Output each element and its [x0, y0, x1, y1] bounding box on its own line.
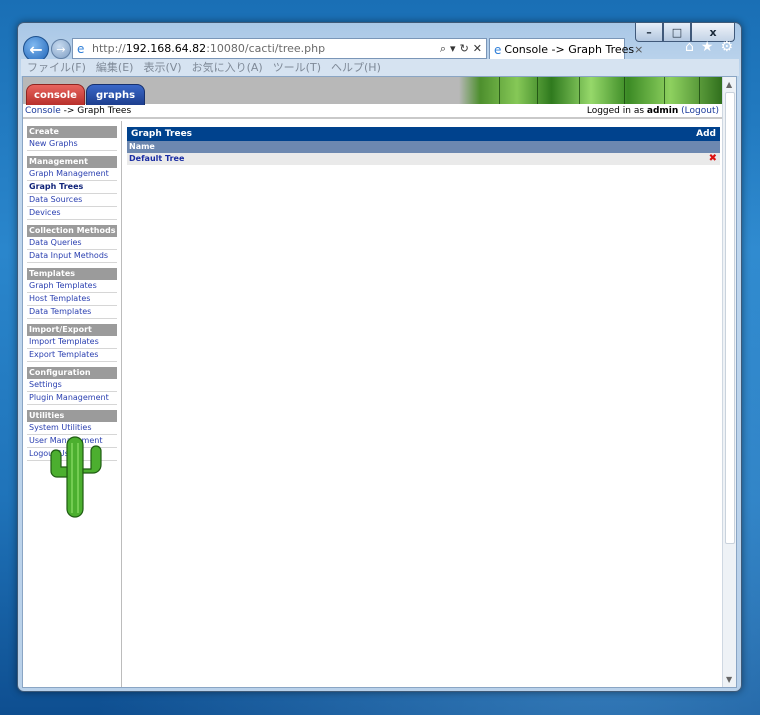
- sidebar-header-create: Create: [27, 126, 117, 138]
- sidebar-item-new-graphs[interactable]: New Graphs: [27, 138, 117, 151]
- main-content: Graph Trees Add Name Default Tree ✖: [127, 127, 720, 165]
- ie-page-icon: e: [77, 41, 85, 56]
- sidebar: Create New Graphs Management Graph Manageme…: [23, 121, 122, 687]
- navigation-bar: ← → e http://192.168.64.82:10080/cacti/t…: [21, 35, 736, 62]
- sidebar-item-graph-trees[interactable]: Graph Trees: [27, 181, 117, 194]
- sidebar-item-graph-management[interactable]: Graph Management: [27, 168, 117, 181]
- cacti-header: console graphs: [23, 77, 723, 105]
- sidebar-header-templates: Templates: [27, 268, 117, 280]
- login-user: admin: [646, 105, 679, 116]
- menu-view[interactable]: 表示(V): [143, 59, 181, 76]
- search-icon[interactable]: ⌕: [440, 42, 446, 56]
- graph-trees-header: Graph Trees Add: [127, 127, 720, 141]
- cactus-logo-icon: [50, 436, 102, 518]
- url-text[interactable]: http://192.168.64.82:10080/cacti/tree.ph…: [92, 42, 440, 55]
- ie-tab-icon: e: [494, 42, 502, 57]
- sidebar-item-data-templates[interactable]: Data Templates: [27, 306, 117, 319]
- sidebar-item-data-queries[interactable]: Data Queries: [27, 237, 117, 250]
- table-row: Default Tree ✖: [127, 153, 720, 165]
- sidebar-item-import-templates[interactable]: Import Templates: [27, 336, 117, 349]
- home-icon[interactable]: ⌂: [685, 39, 694, 55]
- sidebar-item-devices[interactable]: Devices: [27, 207, 117, 220]
- sidebar-header-configuration: Configuration: [27, 367, 117, 379]
- tab-title: Console -> Graph Trees: [504, 43, 635, 56]
- tab-graphs[interactable]: graphs: [86, 84, 145, 105]
- menu-tools[interactable]: ツール(T): [273, 59, 321, 76]
- vertical-scrollbar[interactable]: ▲ ▼: [722, 77, 736, 687]
- sidebar-item-host-templates[interactable]: Host Templates: [27, 293, 117, 306]
- scroll-up-icon[interactable]: ▲: [726, 80, 732, 89]
- tab-console[interactable]: console: [26, 84, 85, 105]
- stop-icon[interactable]: ✕: [473, 42, 482, 56]
- browser-window: – □ x ← → e http://192.168.64.82:10080/c…: [17, 22, 742, 692]
- menu-file[interactable]: ファイル(F): [27, 59, 86, 76]
- sidebar-item-settings[interactable]: Settings: [27, 379, 117, 392]
- cactus-banner-image: [459, 77, 723, 104]
- breadcrumb-current: Graph Trees: [77, 105, 132, 116]
- url-prefix: http://: [92, 42, 126, 55]
- web-page: console graphs Console -> Graph Trees Lo…: [22, 76, 737, 688]
- tree-name-link[interactable]: Default Tree: [129, 154, 184, 163]
- url-path: :10080/cacti/tree.php: [206, 42, 326, 55]
- sidebar-header-management: Management: [27, 156, 117, 168]
- refresh-icon[interactable]: ↻: [460, 42, 469, 56]
- arrow-right-icon: →: [56, 42, 66, 56]
- login-prefix: Logged in as: [586, 105, 647, 116]
- dropdown-icon[interactable]: ▾: [450, 42, 456, 56]
- breadcrumb-separator: ->: [60, 105, 78, 116]
- menu-edit[interactable]: 編集(E): [96, 59, 134, 76]
- browser-tab[interactable]: e Console -> Graph Trees ×: [489, 38, 643, 60]
- sidebar-item-data-input-methods[interactable]: Data Input Methods: [27, 250, 117, 263]
- page-title: Graph Trees: [131, 129, 193, 139]
- column-header-name: Name: [127, 141, 720, 153]
- url-host: 192.168.64.82: [125, 42, 207, 55]
- browser-right-tools: ⌂ ★ ⚙: [685, 39, 733, 55]
- add-button[interactable]: Add: [696, 129, 716, 139]
- sidebar-item-plugin-management[interactable]: Plugin Management: [27, 392, 117, 405]
- settings-gear-icon[interactable]: ⚙: [720, 39, 733, 55]
- menu-favorites[interactable]: お気に入り(A): [192, 59, 263, 76]
- login-status: Logged in as admin (Logout): [587, 106, 719, 116]
- breadcrumb-console-link[interactable]: Console: [25, 106, 61, 116]
- sidebar-item-graph-templates[interactable]: Graph Templates: [27, 280, 117, 293]
- breadcrumb-bar: Console -> Graph Trees Logged in as admi…: [23, 104, 723, 119]
- sidebar-header-utilities: Utilities: [27, 410, 117, 422]
- tab-close-icon[interactable]: ×: [634, 43, 643, 56]
- menu-help[interactable]: ヘルプ(H): [331, 59, 381, 76]
- menu-bar: ファイル(F) 編集(E) 表示(V) お気に入り(A) ツール(T) ヘルプ(…: [21, 59, 739, 76]
- scroll-thumb[interactable]: [725, 92, 735, 544]
- sidebar-item-data-sources[interactable]: Data Sources: [27, 194, 117, 207]
- forward-button[interactable]: →: [51, 39, 71, 59]
- address-tools: ⌕ ▾ ↻ ✕: [440, 42, 486, 56]
- address-bar[interactable]: e http://192.168.64.82:10080/cacti/tree.…: [72, 38, 487, 59]
- arrow-left-icon: ←: [29, 39, 43, 59]
- sidebar-header-collection-methods: Collection Methods: [27, 225, 117, 237]
- favorites-star-icon[interactable]: ★: [701, 39, 714, 55]
- scroll-down-icon[interactable]: ▼: [726, 675, 732, 684]
- sidebar-item-export-templates[interactable]: Export Templates: [27, 349, 117, 362]
- sidebar-header-import-export: Import/Export: [27, 324, 117, 336]
- delete-icon[interactable]: ✖: [709, 153, 717, 165]
- logout-link[interactable]: (Logout): [681, 106, 719, 116]
- breadcrumb: Console -> Graph Trees: [25, 106, 131, 116]
